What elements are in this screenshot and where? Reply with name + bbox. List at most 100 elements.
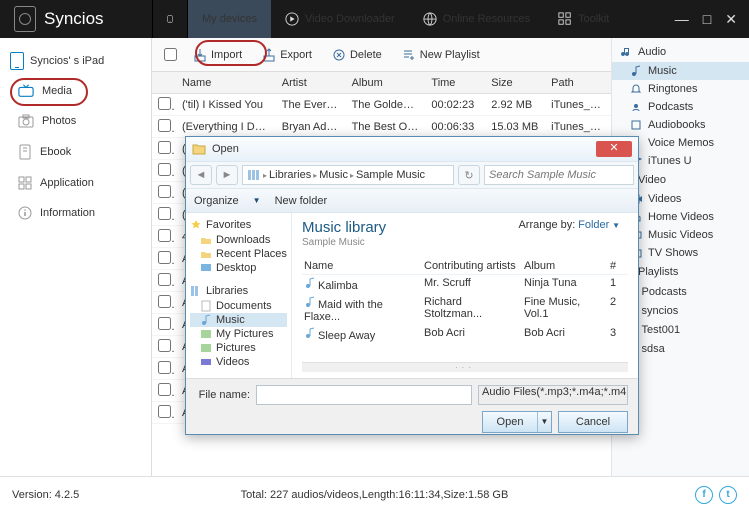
row-checkbox[interactable] [158, 97, 171, 110]
tree-desktop[interactable]: Desktop [190, 261, 287, 275]
dialog-search-input[interactable] [484, 165, 634, 185]
col-name[interactable]: Name [176, 77, 276, 89]
camera-icon [18, 114, 34, 128]
titlebar: Syncios My devices Video Downloader Onli… [0, 0, 749, 38]
sidebar-item-photos[interactable]: Photos [0, 106, 151, 136]
device-name[interactable]: Syncios' s iPad [0, 46, 151, 76]
table-header: Name Artist Album Time Size Path [152, 72, 611, 94]
forward-button[interactable]: ► [216, 165, 238, 185]
row-checkbox[interactable] [158, 185, 171, 198]
filename-input[interactable] [256, 385, 472, 405]
col-time[interactable]: Time [425, 77, 485, 89]
breadcrumb[interactable]: ▸Libraries ▸Music ▸Sample Music [242, 165, 454, 185]
tree-music[interactable]: Music [190, 313, 287, 327]
row-checkbox[interactable] [158, 273, 171, 286]
tree-pictures[interactable]: Pictures [190, 341, 287, 355]
cancel-button[interactable]: Cancel [558, 411, 628, 433]
open-dropdown-icon[interactable]: ▼ [537, 412, 551, 432]
right-header-audio[interactable]: Audio [612, 42, 749, 62]
sidebar-item-application[interactable]: Application [0, 168, 151, 198]
delete-button[interactable]: Delete [324, 44, 390, 66]
scrollbar-horizontal[interactable]: ··· [302, 362, 628, 372]
tab-toolkit[interactable]: Toolkit [544, 0, 623, 38]
tab-phone[interactable] [152, 0, 188, 38]
version-label: Version: 4.2.5 [12, 489, 79, 501]
dialog-close-button[interactable]: ✕ [596, 141, 632, 157]
row-checkbox[interactable] [158, 141, 171, 154]
dialog-filelist: Music library Sample Music Arrange by: F… [292, 213, 638, 378]
filetype-select[interactable]: Audio Files(*.mp3;*.m4a;*.m4b,... [478, 385, 628, 405]
filename-label: File name: [196, 389, 250, 401]
right-item-ringtones[interactable]: Ringtones [612, 80, 749, 98]
row-checkbox[interactable] [158, 295, 171, 308]
tree-videos[interactable]: Videos [190, 355, 287, 369]
info-icon [18, 206, 32, 220]
table-row[interactable]: (Everything I Do)...Bryan AdamsThe Best … [152, 116, 611, 138]
right-item-music[interactable]: Music [612, 62, 749, 80]
tv-icon [18, 84, 34, 98]
col-album[interactable]: Album [346, 77, 426, 89]
tree-favorites[interactable]: Favorites [190, 217, 287, 233]
row-checkbox[interactable] [158, 383, 171, 396]
apps-icon [18, 176, 32, 190]
col-artist[interactable]: Artist [276, 77, 346, 89]
arrange-by[interactable]: Arrange by: Folder ▼ [518, 219, 620, 231]
row-checkbox[interactable] [158, 207, 171, 220]
row-checkbox[interactable] [158, 405, 171, 418]
filelist-header: Name Contributing artists Album # [302, 258, 628, 275]
select-all-checkbox[interactable] [164, 48, 177, 61]
open-button[interactable]: Open▼ [482, 411, 552, 433]
row-checkbox[interactable] [158, 317, 171, 330]
tree-mypictures[interactable]: My Pictures [190, 327, 287, 341]
social-links: f t [695, 486, 737, 504]
delete-icon [332, 48, 346, 62]
right-item-audiobooks[interactable]: Audiobooks [612, 116, 749, 134]
tab-mydevices[interactable]: My devices [188, 0, 271, 38]
row-checkbox[interactable] [158, 119, 171, 132]
dialog-titlebar[interactable]: Open ✕ [186, 137, 638, 161]
window-buttons: — □ ✕ [675, 11, 749, 28]
open-dialog: Open ✕ ◄ ► ▸Libraries ▸Music ▸Sample Mus… [185, 136, 639, 435]
row-checkbox[interactable] [158, 163, 171, 176]
row-checkbox[interactable] [158, 361, 171, 374]
sidebar-item-media[interactable]: Media [0, 76, 151, 106]
import-icon [193, 48, 207, 62]
refresh-button[interactable]: ↻ [458, 165, 480, 185]
maximize-icon[interactable]: □ [703, 11, 711, 28]
dialog-title: Open [212, 143, 239, 155]
tree-downloads[interactable]: Downloads [190, 233, 287, 247]
file-row[interactable]: Maid with the Flaxe...Richard Stoltzman.… [302, 294, 628, 325]
back-button[interactable]: ◄ [190, 165, 212, 185]
left-sidebar: Syncios' s iPad Media Photos Ebook Appli… [0, 38, 152, 476]
minimize-icon[interactable]: — [675, 11, 689, 28]
file-row[interactable]: Sleep AwayBob AcriBob Acri3 [302, 325, 628, 344]
organize-menu[interactable]: Organize [194, 195, 239, 207]
tree-libraries[interactable]: Libraries [190, 283, 287, 299]
row-checkbox[interactable] [158, 229, 171, 242]
sidebar-item-information[interactable]: Information [0, 198, 151, 228]
tab-video-downloader[interactable]: Video Downloader [271, 0, 409, 38]
tree-recent[interactable]: Recent Places [190, 247, 287, 261]
tab-online-resources[interactable]: Online Resources [409, 0, 544, 38]
audio-file-icon [304, 277, 316, 289]
new-playlist-button[interactable]: New Playlist [394, 44, 488, 66]
export-button[interactable]: Export [254, 44, 320, 66]
audio-file-icon [304, 327, 316, 339]
row-checkbox[interactable] [158, 339, 171, 352]
table-row[interactable]: ('til) I Kissed YouThe Everly Br...The G… [152, 94, 611, 116]
newfolder-button[interactable]: New folder [275, 195, 328, 207]
twitter-icon[interactable]: t [719, 486, 737, 504]
toolbar: Import Export Delete New Playlist [152, 38, 611, 72]
sidebar-item-ebook[interactable]: Ebook [0, 136, 151, 168]
folder-icon [192, 142, 206, 156]
file-row[interactable]: KalimbaMr. ScruffNinja Tuna1 [302, 275, 628, 294]
col-path[interactable]: Path [545, 77, 611, 89]
col-size[interactable]: Size [485, 77, 545, 89]
row-checkbox[interactable] [158, 251, 171, 264]
status-bar: Version: 4.2.5 Total: 227 audios/videos,… [0, 476, 749, 512]
facebook-icon[interactable]: f [695, 486, 713, 504]
tree-documents[interactable]: Documents [190, 299, 287, 313]
right-item-podcasts[interactable]: Podcasts [612, 98, 749, 116]
close-icon[interactable]: ✕ [725, 11, 737, 28]
import-button[interactable]: Import [185, 44, 250, 66]
